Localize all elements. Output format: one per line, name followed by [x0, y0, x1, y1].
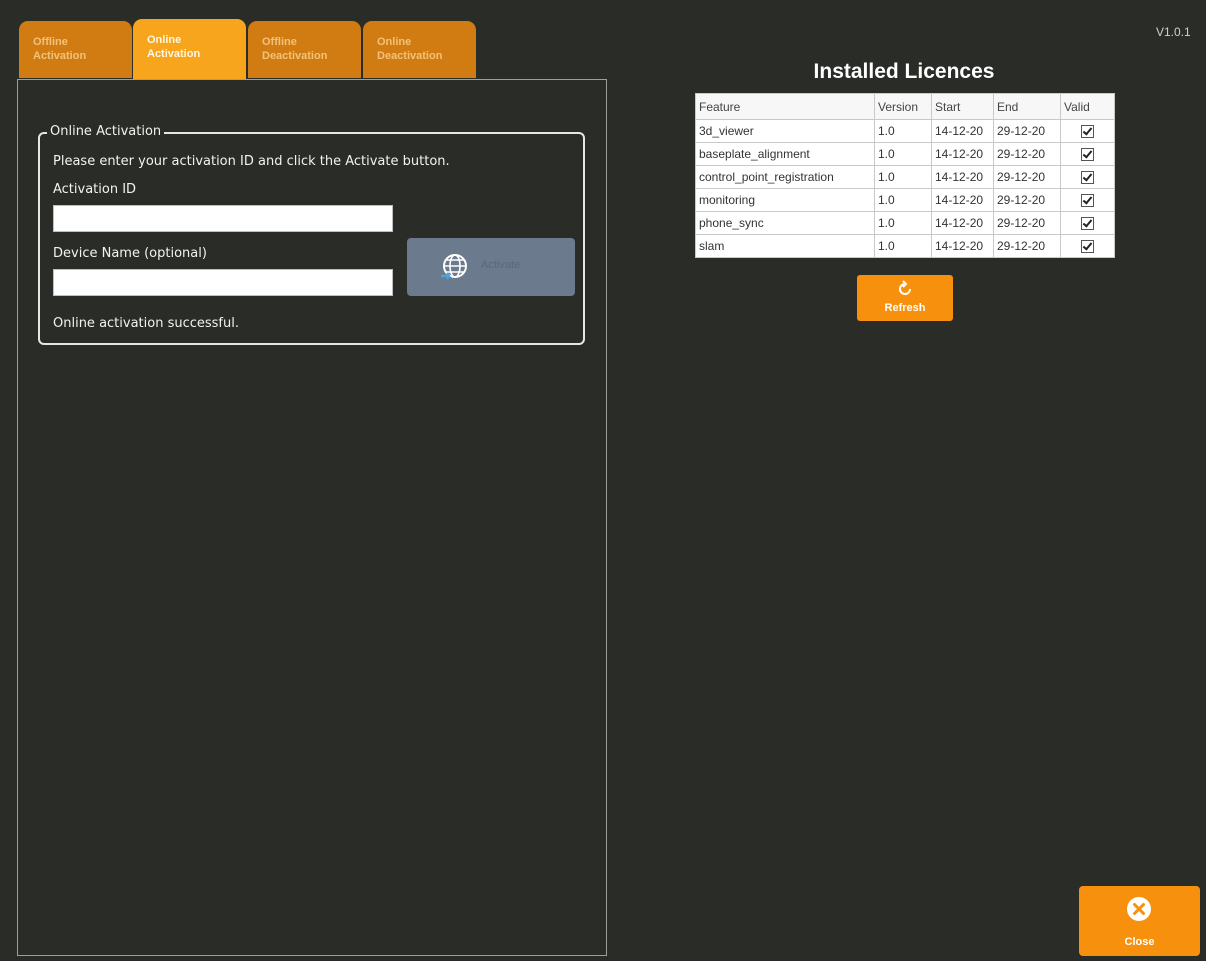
- tab-content-panel: Online Activation Please enter your acti…: [17, 79, 607, 956]
- table-row[interactable]: 3d_viewer 1.0 14-12-20 29-12-20: [695, 119, 1115, 143]
- refresh-icon: [896, 280, 914, 302]
- end-cell: 29-12-20: [993, 142, 1061, 166]
- column-header-version: Version: [874, 93, 932, 120]
- tab-offline-deactivation[interactable]: Offline Deactivation: [248, 21, 361, 78]
- column-header-feature: Feature: [695, 93, 875, 120]
- valid-cell: [1060, 211, 1115, 235]
- version-cell: 1.0: [874, 142, 932, 166]
- close-label: Close: [1124, 936, 1155, 948]
- activation-id-input[interactable]: [53, 205, 393, 232]
- column-header-start: Start: [931, 93, 994, 120]
- valid-cell: [1060, 142, 1115, 166]
- valid-checkbox: [1081, 194, 1094, 208]
- close-icon: [1126, 896, 1152, 926]
- feature-cell: control_point_registration: [695, 165, 875, 189]
- tab-label-line1: Online: [147, 34, 182, 46]
- valid-cell: [1060, 119, 1115, 143]
- start-cell: 14-12-20: [931, 165, 994, 189]
- version-cell: 1.0: [874, 119, 932, 143]
- device-name-label: Device Name (optional): [53, 246, 207, 261]
- end-cell: 29-12-20: [993, 165, 1061, 189]
- installed-licences-title: Installed Licences: [813, 60, 995, 83]
- instruction-text: Please enter your activation ID and clic…: [53, 154, 450, 169]
- column-header-end: End: [993, 93, 1061, 120]
- online-activation-group: Online Activation Please enter your acti…: [38, 124, 585, 345]
- table-row[interactable]: monitoring 1.0 14-12-20 29-12-20: [695, 188, 1115, 212]
- feature-cell: baseplate_alignment: [695, 142, 875, 166]
- valid-checkbox: [1081, 240, 1094, 254]
- activate-label: Activate: [481, 259, 521, 271]
- refresh-label: Refresh: [884, 302, 926, 314]
- valid-checkbox: [1081, 171, 1094, 185]
- device-name-input[interactable]: [53, 269, 393, 296]
- start-cell: 14-12-20: [931, 234, 994, 258]
- valid-checkbox: [1081, 125, 1094, 139]
- version-cell: 1.0: [874, 211, 932, 235]
- licences-table: Feature Version Start End Valid 3d_viewe…: [695, 93, 1115, 258]
- tab-label-line2: Activation: [33, 50, 87, 62]
- start-cell: 14-12-20: [931, 119, 994, 143]
- tab-label-line1: Offline: [33, 36, 68, 48]
- valid-cell: [1060, 188, 1115, 212]
- valid-cell: [1060, 234, 1115, 258]
- feature-cell: monitoring: [695, 188, 875, 212]
- globe-icon: [438, 251, 470, 287]
- end-cell: 29-12-20: [993, 119, 1061, 143]
- activate-button[interactable]: Activate: [407, 238, 575, 296]
- feature-cell: phone_sync: [695, 211, 875, 235]
- tab-label-line2: Activation: [147, 48, 201, 60]
- table-header-row: Feature Version Start End Valid: [695, 93, 1115, 120]
- activation-status-text: Online activation successful.: [53, 316, 239, 331]
- valid-checkbox: [1081, 217, 1094, 231]
- close-button[interactable]: Close: [1079, 886, 1200, 956]
- end-cell: 29-12-20: [993, 211, 1061, 235]
- tab-label-line2: Deactivation: [377, 50, 443, 62]
- version-cell: 1.0: [874, 234, 932, 258]
- tab-online-activation[interactable]: Online Activation: [133, 19, 246, 79]
- activation-id-label: Activation ID: [53, 182, 137, 197]
- valid-cell: [1060, 165, 1115, 189]
- table-row[interactable]: phone_sync 1.0 14-12-20 29-12-20: [695, 211, 1115, 235]
- end-cell: 29-12-20: [993, 234, 1061, 258]
- group-title: Online Activation: [47, 124, 165, 140]
- version-cell: 1.0: [874, 165, 932, 189]
- feature-cell: 3d_viewer: [695, 119, 875, 143]
- tab-label-line2: Deactivation: [262, 50, 328, 62]
- table-row[interactable]: slam 1.0 14-12-20 29-12-20: [695, 234, 1115, 258]
- valid-checkbox: [1081, 148, 1094, 162]
- tab-label-line1: Offline: [262, 36, 297, 48]
- version-cell: 1.0: [874, 188, 932, 212]
- tab-bar: Offline Activation Online Activation Off…: [19, 19, 489, 79]
- tab-offline-activation[interactable]: Offline Activation: [19, 21, 132, 78]
- tab-label-line1: Online: [377, 36, 412, 48]
- start-cell: 14-12-20: [931, 142, 994, 166]
- tab-online-deactivation[interactable]: Online Deactivation: [363, 21, 476, 78]
- column-header-valid: Valid: [1060, 93, 1115, 120]
- refresh-button[interactable]: Refresh: [857, 275, 953, 321]
- feature-cell: slam: [695, 234, 875, 258]
- start-cell: 14-12-20: [931, 188, 994, 212]
- table-row[interactable]: baseplate_alignment 1.0 14-12-20 29-12-2…: [695, 142, 1115, 166]
- version-label: V1.0.1: [1156, 25, 1191, 39]
- end-cell: 29-12-20: [993, 188, 1061, 212]
- table-row[interactable]: control_point_registration 1.0 14-12-20 …: [695, 165, 1115, 189]
- start-cell: 14-12-20: [931, 211, 994, 235]
